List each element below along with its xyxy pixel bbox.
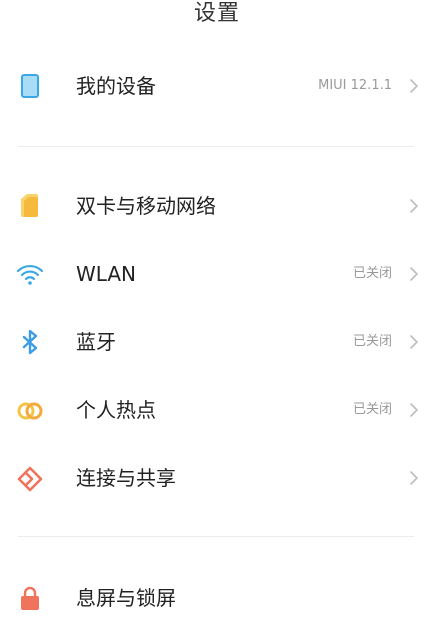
lock-icon <box>16 586 44 610</box>
hotspot-label: 个人热点 <box>76 398 156 422</box>
bluetooth-status: 已关闭 <box>352 334 392 349</box>
settings-page: 设置 我的设备 MIUI 12.1.1 双卡与移动网络 WLAN 已关闭 蓝牙 … <box>0 0 434 624</box>
wlan-item[interactable]: WLAN 已关闭 <box>0 246 434 302</box>
chevron-right-icon <box>408 333 420 351</box>
lock-screen-label: 息屏与锁屏 <box>76 586 176 610</box>
dual-sim-label: 双卡与移动网络 <box>76 194 216 218</box>
chevron-right-icon <box>408 469 420 487</box>
miui-version: MIUI 12.1.1 <box>318 78 392 93</box>
hotspot-icon <box>16 398 44 422</box>
wlan-status: 已关闭 <box>352 266 392 281</box>
chevron-right-icon <box>408 77 420 95</box>
divider <box>18 536 414 537</box>
wlan-label: WLAN <box>76 262 137 286</box>
connection-share-icon <box>16 466 44 492</box>
hotspot-item[interactable]: 个人热点 已关闭 <box>0 382 434 438</box>
connection-share-item[interactable]: 连接与共享 <box>0 450 434 506</box>
chevron-right-icon <box>408 197 420 215</box>
lock-screen-item[interactable]: 息屏与锁屏 <box>0 570 434 624</box>
my-device-item[interactable]: 我的设备 MIUI 12.1.1 <box>0 58 434 114</box>
chevron-right-icon <box>408 265 420 283</box>
bluetooth-icon <box>16 329 44 355</box>
dual-sim-network-item[interactable]: 双卡与移动网络 <box>0 178 434 234</box>
wifi-icon <box>16 262 44 286</box>
divider <box>18 146 414 147</box>
connection-share-label: 连接与共享 <box>76 466 176 490</box>
page-title: 设置 <box>193 1 240 26</box>
chevron-right-icon <box>408 401 420 419</box>
bluetooth-label: 蓝牙 <box>76 330 116 354</box>
sim-card-icon <box>16 194 44 218</box>
bluetooth-item[interactable]: 蓝牙 已关闭 <box>0 314 434 370</box>
my-device-label: 我的设备 <box>76 74 156 98</box>
device-icon <box>16 74 44 98</box>
hotspot-status: 已关闭 <box>352 402 392 417</box>
